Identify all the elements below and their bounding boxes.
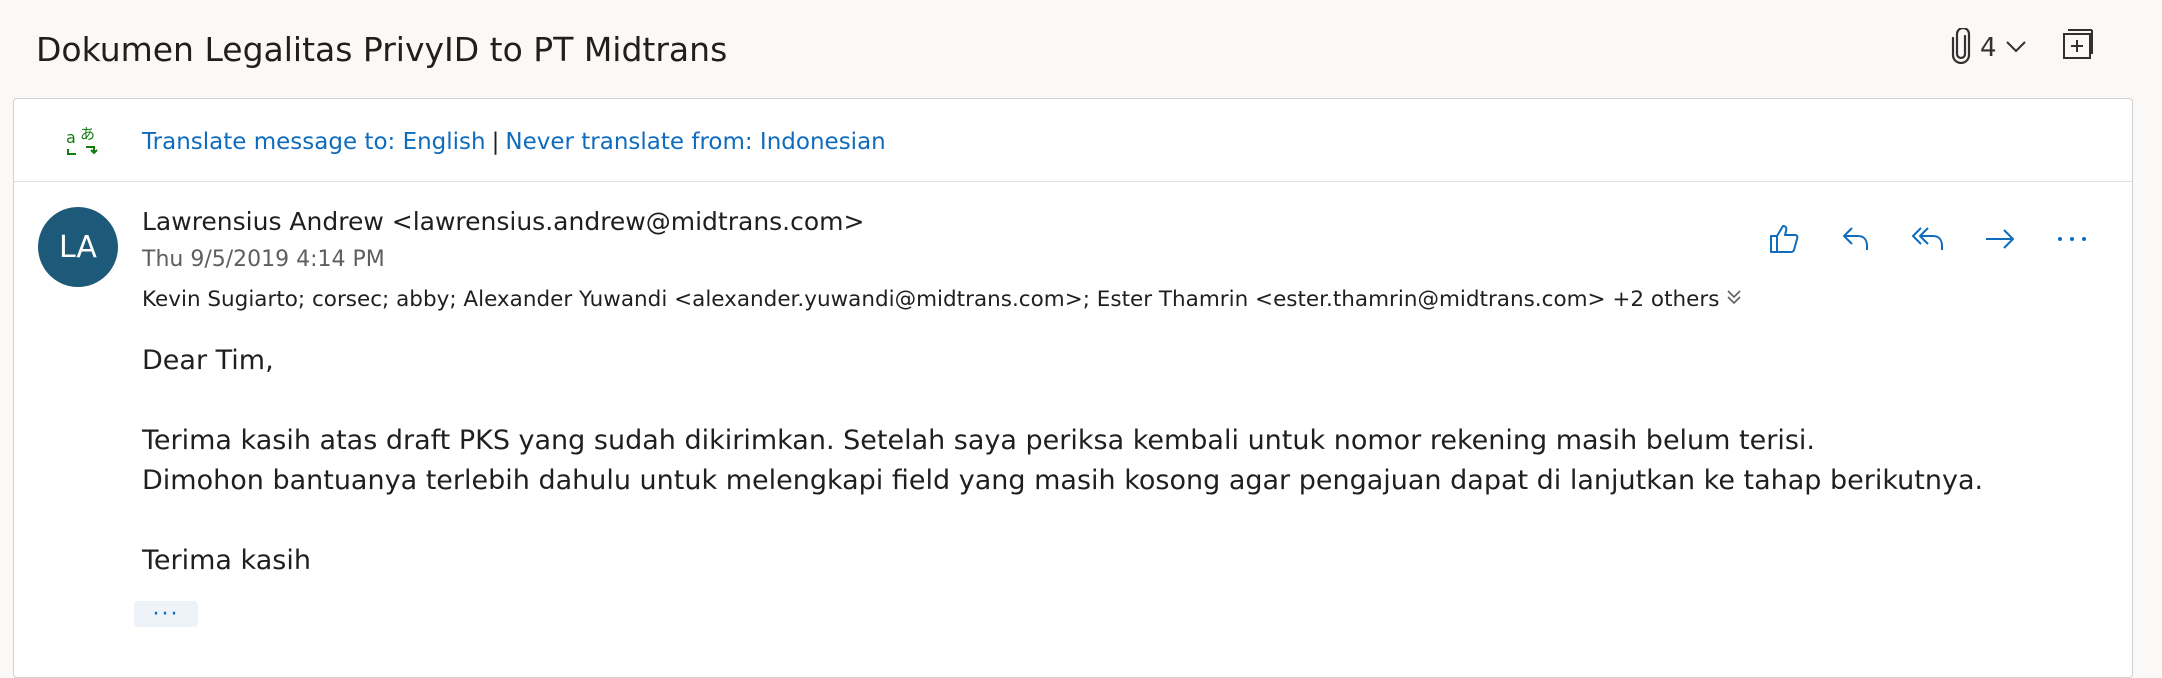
show-trimmed-content-button[interactable]: ··· [134,601,198,627]
message-actions [1766,223,2090,259]
sender-name[interactable]: Lawrensius Andrew <lawrensius.andrew@mid… [142,207,864,236]
reply-button[interactable] [1838,223,1874,259]
message-date: Thu 9/5/2019 4:14 PM [142,247,385,272]
chevron-down-icon [2005,39,2027,58]
body-closing: Terima kasih [142,545,311,576]
reply-icon [1839,222,1873,260]
double-chevron-down-icon[interactable] [1725,287,1743,312]
attachments-dropdown[interactable]: 4 [1950,26,2027,68]
translate-icon: a あ [64,123,100,159]
like-icon [1767,222,1801,260]
body-greeting: Dear Tim, [142,345,274,376]
svg-text:a: a [66,128,76,147]
like-button[interactable] [1766,223,1802,259]
forward-icon [1983,222,2017,260]
ellipsis-icon: ··· [152,601,180,627]
forward-button[interactable] [1982,223,2018,259]
avatar-initials: LA [59,229,97,265]
translate-options: Translate message to: English | Never tran… [142,129,886,155]
translate-separator: | [491,129,500,155]
message-card: a あ Translate message to: English | Never … [13,98,2133,678]
open-new-window-icon [2062,29,2094,64]
attachment-count: 4 [1980,33,1997,63]
recipients-line[interactable]: Kevin Sugiarto; corsec; abby; Alexander … [142,287,1743,312]
open-in-new-window-button[interactable] [2062,28,2098,64]
more-actions-icon [2055,222,2089,260]
message-body: Dear Tim, Terima kasih atas draft PKS ya… [142,341,1983,581]
svg-text:あ: あ [80,125,95,143]
paperclip-icon [1950,26,1972,68]
recipients-text: Kevin Sugiarto; corsec; abby; Alexander … [142,287,1720,312]
more-actions-button[interactable] [2054,223,2090,259]
translate-message-link[interactable]: Translate message to: English [142,129,486,155]
subject-bar: Dokumen Legalitas PrivyID to PT Midtrans… [0,0,2162,100]
never-translate-link[interactable]: Never translate from: Indonesian [505,129,885,155]
reply-all-icon [1911,222,1945,260]
body-line-2: Dimohon bantuanya terlebih dahulu untuk … [142,465,1984,496]
reply-all-button[interactable] [1910,223,1946,259]
body-line-1: Terima kasih atas draft PKS yang sudah d… [142,425,1815,456]
sender-avatar[interactable]: LA [38,207,118,287]
email-subject: Dokumen Legalitas PrivyID to PT Midtrans [36,30,728,69]
translate-bar: a あ Translate message to: English | Never … [14,99,2132,182]
